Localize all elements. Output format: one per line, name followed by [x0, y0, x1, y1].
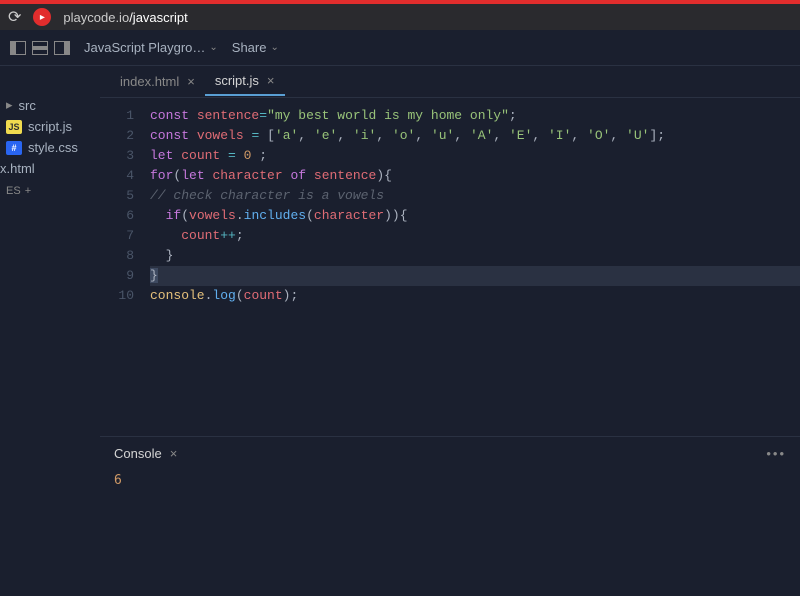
tab-label: script.js: [215, 73, 259, 88]
code-line: }: [150, 266, 800, 286]
code-line: let count = 0 ;: [150, 146, 800, 166]
chevron-down-icon: ⌄: [270, 42, 278, 53]
console-output: 6: [100, 469, 800, 492]
url-text[interactable]: playcode.io/javascript: [63, 10, 187, 25]
code-line: // check character is a vowels: [150, 186, 800, 206]
share-dropdown[interactable]: Share ⌄: [232, 40, 279, 55]
close-icon[interactable]: ×: [170, 446, 178, 461]
plus-icon: +: [25, 185, 31, 197]
console-panel: Console × ••• 6: [100, 436, 800, 596]
close-icon[interactable]: ×: [187, 74, 195, 89]
browser-address-bar: ⟳ ▸ playcode.io/javascript: [0, 0, 800, 30]
folder-icon: ▸: [6, 97, 13, 113]
project-name-label: JavaScript Playgro…: [84, 40, 205, 55]
layout-left-icon[interactable]: [10, 41, 26, 55]
console-header: Console × •••: [100, 437, 800, 469]
project-name-dropdown[interactable]: JavaScript Playgro… ⌄: [84, 40, 218, 55]
file-label: script.js: [28, 119, 72, 134]
file-script-js[interactable]: JS script.js: [0, 116, 100, 137]
code-editor[interactable]: 12345678910 const sentence="my best worl…: [100, 98, 800, 436]
tab-index-html[interactable]: index.html ×: [110, 68, 205, 95]
css-file-icon: #: [6, 141, 22, 155]
file-index-html[interactable]: x.html: [0, 158, 100, 179]
tab-label: index.html: [120, 74, 179, 89]
packages-section[interactable]: ES +: [0, 179, 100, 203]
code-line: }: [150, 246, 800, 266]
line-gutter: 12345678910: [100, 106, 150, 436]
folder-src[interactable]: ▸ src: [0, 94, 100, 116]
chevron-down-icon: ⌄: [209, 42, 217, 53]
js-file-icon: JS: [6, 120, 22, 134]
code-line: const sentence="my best world is my home…: [150, 106, 800, 126]
code-line: const vowels = ['a', 'e', 'i', 'o', 'u',…: [150, 126, 800, 146]
console-title-label: Console: [114, 446, 162, 461]
tab-script-js[interactable]: script.js ×: [205, 67, 285, 96]
editor-area: index.html × script.js × 12345678910 con…: [100, 66, 800, 596]
folder-label: src: [19, 98, 36, 113]
code-line: for(let character of sentence){: [150, 166, 800, 186]
reload-icon[interactable]: ⟳: [8, 7, 21, 27]
code-content[interactable]: const sentence="my best world is my home…: [150, 106, 800, 436]
close-icon[interactable]: ×: [267, 73, 275, 88]
layout-right-icon[interactable]: [54, 41, 70, 55]
site-badge-icon: ▸: [33, 8, 51, 26]
code-line: console.log(count);: [150, 286, 800, 306]
file-label: style.css: [28, 140, 78, 155]
layout-switcher: [10, 41, 70, 55]
code-line: if(vowels.includes(character)){: [150, 206, 800, 226]
code-line: count++;: [150, 226, 800, 246]
layout-horizontal-icon[interactable]: [32, 41, 48, 55]
packages-label: ES: [6, 185, 21, 197]
app-toolbar: JavaScript Playgro… ⌄ Share ⌄: [0, 30, 800, 66]
file-label: x.html: [0, 161, 35, 176]
more-menu-icon[interactable]: •••: [766, 446, 786, 461]
file-style-css[interactable]: # style.css: [0, 137, 100, 158]
share-label: Share: [232, 40, 267, 55]
main-area: ▸ src JS script.js # style.css x.html ES…: [0, 66, 800, 596]
file-explorer: ▸ src JS script.js # style.css x.html ES…: [0, 66, 100, 596]
editor-tabs: index.html × script.js ×: [100, 66, 800, 98]
console-output-value: 6: [114, 473, 122, 488]
